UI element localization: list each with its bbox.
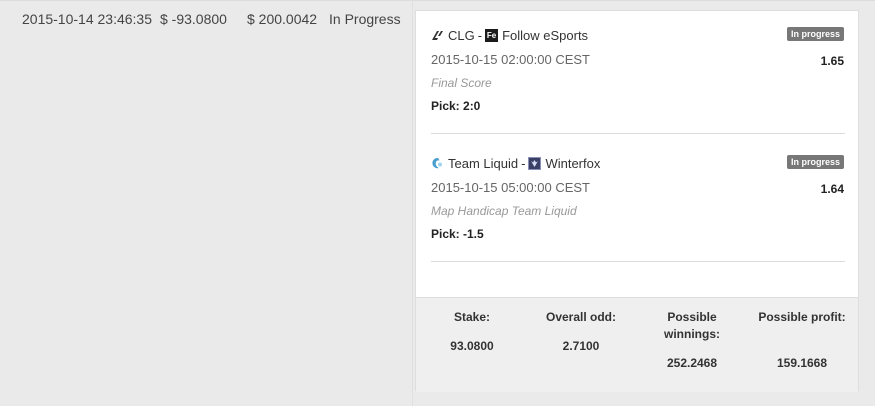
status-badge: In progress [786,155,844,169]
bet-item: Team Liquid - Winterfox 2015-10-15 05:00… [431,153,845,241]
overall-odd-label: Overall odd: [545,310,616,324]
bet-status-cell: In Progress [329,11,401,27]
bet-divider [431,133,845,134]
row-top-border [0,0,875,1]
team2-name: Follow eSports [502,27,589,43]
match-datetime: 2015-10-15 05:00:00 CEST [431,180,590,195]
winterfox-logo-icon [528,156,542,170]
overall-odd-value: 2.7100 [562,339,600,353]
possible-winnings-value: 252.2468 [666,356,718,370]
market-name: Final Score [431,76,492,90]
team-separator: - [477,27,483,43]
bet-summary: Stake: 93.0800 Overall odd: 2.7100 Possi… [416,297,858,392]
summary-profit: Possible profit: 159.1668 [752,309,852,370]
bet-divider [431,261,845,262]
team1-name: Team Liquid [448,155,519,171]
stake-label: Stake: [453,310,491,324]
bet-odd: 1.65 [820,54,844,68]
match-teams[interactable]: CLG - Fe Follow eSports [431,25,845,45]
possible-winnings-label: Possible winnings: [664,310,720,341]
match-teams[interactable]: Team Liquid - Winterfox [431,153,845,173]
team1-name: CLG [448,27,475,43]
bet-stake-cell: $ -93.0800 [160,11,227,27]
pick-label: Pick: 2:0 [431,99,481,113]
match-datetime: 2015-10-15 02:00:00 CEST [431,52,590,67]
summary-odd: Overall odd: 2.7100 [531,309,631,353]
bet-details-panel: CLG - Fe Follow eSports 2015-10-15 02:00… [415,10,859,392]
team-separator: - [521,155,526,171]
bet-odd: 1.64 [820,182,844,196]
status-badge: In progress [786,27,844,41]
team2-name: Winterfox [545,155,601,171]
pick-label: Pick: -1.5 [431,227,484,241]
clg-logo-icon [431,29,444,42]
summary-winnings: Possible winnings: 252.2468 [642,309,742,370]
stake-value: 93.0800 [450,339,494,353]
summary-stake: Stake: 93.0800 [422,309,522,353]
fe-logo-icon: Fe [485,28,499,42]
market-name: Map Handicap Team Liquid [431,204,577,218]
possible-profit-label: Possible profit: [758,310,846,324]
team-liquid-logo-icon [431,157,444,170]
row-divider [412,0,413,406]
bet-date-cell: 2015-10-14 23:46:35 [22,11,152,27]
bet-winnings-cell: $ 200.0042 [247,11,318,27]
bet-item: CLG - Fe Follow eSports 2015-10-15 02:00… [431,25,845,113]
possible-profit-value: 159.1668 [776,356,828,370]
